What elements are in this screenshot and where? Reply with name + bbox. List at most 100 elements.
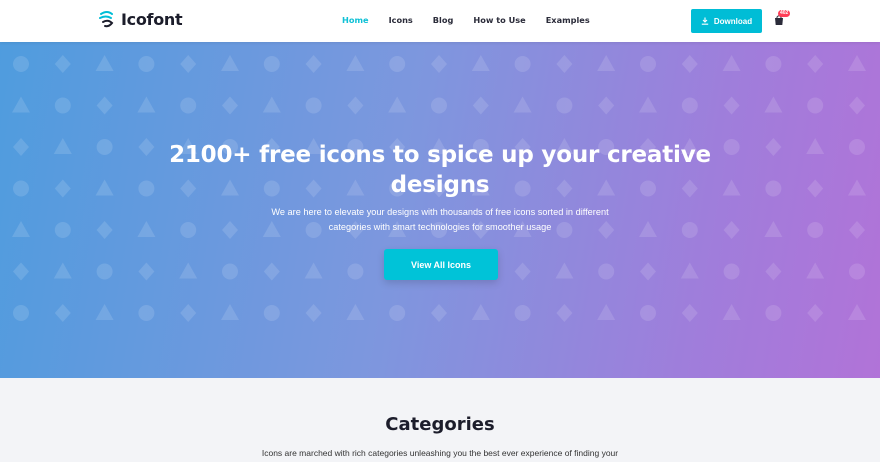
background-pattern-icon xyxy=(221,304,239,320)
background-pattern-icon xyxy=(95,179,114,196)
background-pattern-icon xyxy=(138,305,155,321)
background-pattern-icon xyxy=(765,138,782,156)
background-pattern-icon xyxy=(389,305,406,321)
background-pattern-icon xyxy=(180,97,197,114)
background-pattern-icon xyxy=(848,179,866,196)
background-pattern-icon xyxy=(222,221,238,239)
background-pattern-icon xyxy=(556,55,573,73)
background-pattern-icon xyxy=(54,55,71,73)
background-pattern-icon xyxy=(806,138,825,154)
background-pattern-icon xyxy=(13,180,29,197)
background-pattern-icon xyxy=(849,263,865,280)
background-pattern-icon xyxy=(514,56,531,72)
hero-description: We are here to elevate your designs with… xyxy=(271,207,609,232)
background-pattern-icon xyxy=(598,96,615,115)
background-pattern-icon xyxy=(95,304,114,320)
background-pattern-icon xyxy=(807,222,824,238)
background-pattern-icon xyxy=(346,304,365,320)
background-pattern-icon xyxy=(305,55,322,73)
background-pattern-icon xyxy=(305,304,322,322)
background-pattern-icon xyxy=(722,55,741,71)
background-pattern-icon xyxy=(347,96,364,115)
background-pattern-icon xyxy=(514,305,531,321)
background-pattern-icon xyxy=(96,221,113,239)
background-pattern-icon xyxy=(95,55,114,71)
nav-link-examples[interactable]: Examples xyxy=(546,15,590,25)
background-pattern-icon xyxy=(848,55,866,71)
background-pattern-icon xyxy=(138,56,155,72)
background-pattern-icon xyxy=(807,179,824,198)
background-pattern-icon xyxy=(639,221,657,237)
background-pattern-icon xyxy=(12,96,30,113)
background-pattern-icon xyxy=(347,263,364,280)
background-pattern-icon xyxy=(180,304,197,322)
background-pattern-icon xyxy=(807,97,824,114)
background-pattern-icon xyxy=(137,221,156,237)
background-pattern-icon xyxy=(221,55,239,71)
background-pattern-icon xyxy=(54,97,71,114)
background-pattern-icon xyxy=(138,262,155,281)
nav-link-how-to-use[interactable]: How to Use xyxy=(473,15,525,25)
download-button[interactable]: Download xyxy=(691,9,762,33)
nav-link-blog[interactable]: Blog xyxy=(433,15,454,25)
background-pattern-icon xyxy=(806,262,825,279)
background-pattern-icon xyxy=(680,262,699,279)
background-pattern-icon xyxy=(263,56,280,72)
background-pattern-icon xyxy=(13,262,29,281)
background-pattern-icon xyxy=(262,96,281,113)
background-pattern-icon xyxy=(54,304,71,322)
cart-count-badge: 402 xyxy=(778,10,791,17)
background-pattern-icon xyxy=(765,180,782,197)
background-pattern-icon xyxy=(849,139,865,155)
background-pattern-icon xyxy=(681,222,698,238)
background-pattern-icon xyxy=(346,55,365,71)
nav-link-home[interactable]: Home xyxy=(342,15,369,25)
hero-section: 2100+ free icons to spice up your creati… xyxy=(0,42,880,378)
background-pattern-icon xyxy=(222,96,238,115)
background-pattern-icon xyxy=(222,263,238,280)
background-pattern-icon xyxy=(681,304,698,322)
background-pattern-icon xyxy=(765,305,782,321)
background-pattern-icon xyxy=(471,304,490,320)
logo-icon xyxy=(99,11,114,28)
background-pattern-icon xyxy=(597,55,616,71)
background-pattern-icon xyxy=(472,96,489,115)
background-pattern-icon xyxy=(598,263,615,280)
background-pattern-icon xyxy=(304,262,323,279)
background-pattern-icon xyxy=(765,56,782,72)
background-pattern-icon xyxy=(848,304,866,320)
background-pattern-icon xyxy=(723,221,740,239)
hero-title: 2100+ free icons to spice up your creati… xyxy=(169,142,711,198)
background-pattern-icon xyxy=(388,96,407,113)
categories-title: Categories xyxy=(385,414,495,435)
background-pattern-icon xyxy=(640,56,656,72)
background-pattern-icon xyxy=(431,97,447,114)
background-pattern-icon xyxy=(54,179,71,198)
background-pattern-icon xyxy=(681,55,698,73)
download-label: Download xyxy=(713,16,753,26)
background-pattern-icon xyxy=(723,263,740,280)
background-pattern-icon xyxy=(722,304,741,320)
background-pattern-icon xyxy=(13,56,29,72)
background-pattern-icon xyxy=(681,97,698,114)
background-pattern-icon xyxy=(96,96,113,115)
background-pattern-icon xyxy=(53,262,72,279)
background-pattern-icon xyxy=(263,262,280,281)
background-pattern-icon xyxy=(96,139,113,155)
background-pattern-icon xyxy=(640,305,656,321)
background-pattern-icon xyxy=(764,96,783,113)
background-pattern-icon xyxy=(556,304,573,322)
background-pattern-icon xyxy=(263,305,280,321)
background-pattern-icon xyxy=(513,96,532,113)
background-pattern-icon xyxy=(389,56,406,72)
logo[interactable]: Icofont xyxy=(97,9,183,29)
background-pattern-icon xyxy=(13,138,29,156)
background-pattern-icon xyxy=(807,55,824,73)
logo-text: Icofont xyxy=(121,9,183,29)
background-pattern-icon xyxy=(849,96,865,115)
background-pattern-icon xyxy=(179,262,198,279)
background-pattern-icon xyxy=(849,221,865,239)
view-all-icons-button[interactable]: View All Icons xyxy=(384,249,498,280)
nav-link-icons[interactable]: Icons xyxy=(389,15,413,25)
background-pattern-icon xyxy=(764,221,783,237)
